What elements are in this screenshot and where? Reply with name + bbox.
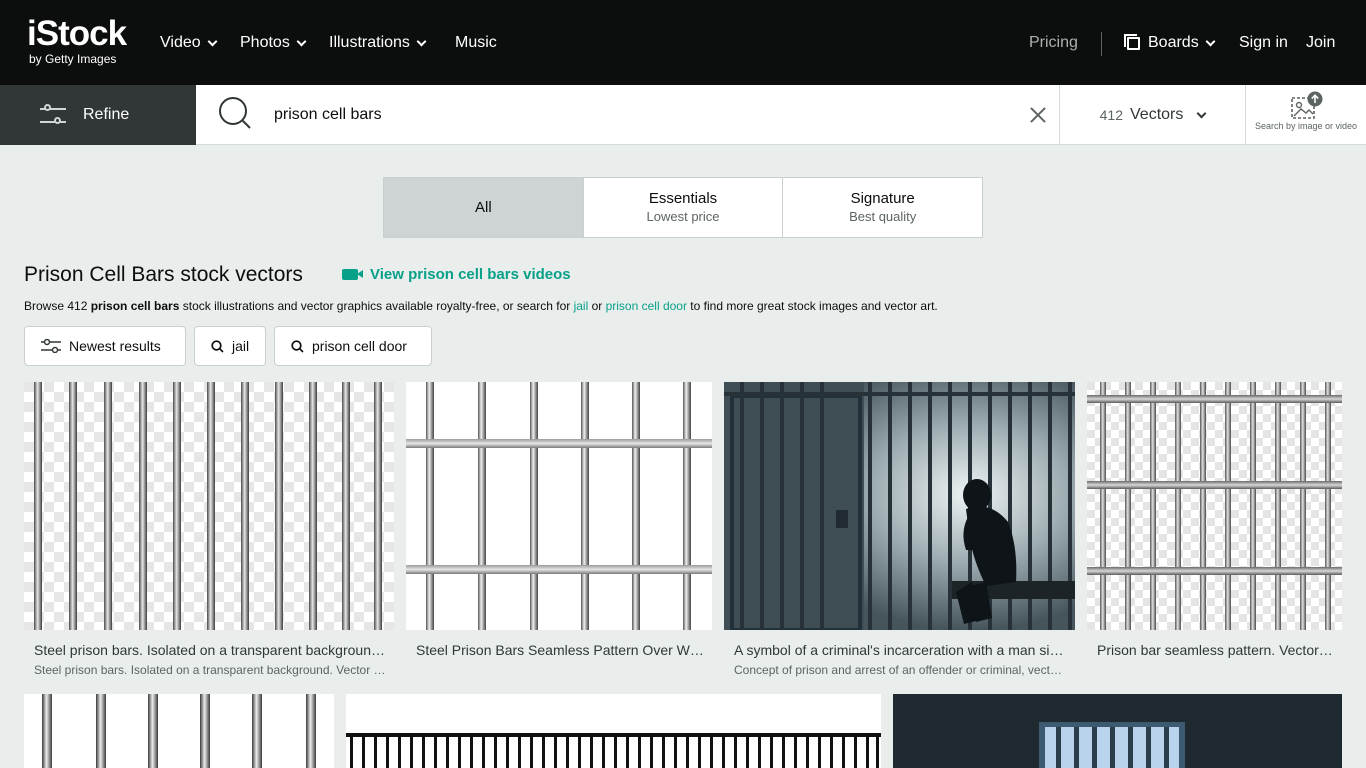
chevron-down-icon xyxy=(1205,36,1216,46)
chevron-down-icon xyxy=(416,36,427,46)
asset-type-dropdown[interactable]: 412 Vectors xyxy=(1059,85,1246,145)
refine-label: Refine xyxy=(83,106,130,123)
search-input[interactable] xyxy=(264,95,984,135)
chevron-down-icon xyxy=(296,36,307,46)
nav-illustrations-label: Illustrations xyxy=(329,34,410,51)
boards-icon xyxy=(1124,33,1140,50)
results-description: Browse 412 prison cell bars stock illust… xyxy=(24,298,938,314)
desc-suffix: to find more great stock images and vect… xyxy=(686,299,938,313)
search-bar: Refine 412 Vectors Search by image or vi… xyxy=(0,85,1366,145)
sliders-icon xyxy=(41,339,61,353)
tab-signature-label: Signature xyxy=(850,190,915,207)
tab-all-label: All xyxy=(475,198,492,216)
sort-newest-chip[interactable]: Newest results xyxy=(24,326,186,366)
clear-search-icon[interactable] xyxy=(1026,103,1050,127)
related-chip-prison-cell-door-label: prison cell door xyxy=(312,338,407,354)
related-chip-prison-cell-door[interactable]: prison cell door xyxy=(274,326,432,366)
istock-logo[interactable]: iStock by Getty Images xyxy=(27,16,139,68)
desc-prefix: Browse 412 xyxy=(24,299,91,313)
prisoner-in-cell-image xyxy=(724,382,1075,630)
search-by-image-button[interactable]: Search by image or video xyxy=(1246,85,1366,145)
nav-photos[interactable]: Photos xyxy=(240,33,307,53)
refine-button[interactable]: Refine xyxy=(0,85,196,145)
join-link[interactable]: Join xyxy=(1306,33,1335,53)
nav-photos-label: Photos xyxy=(240,34,290,51)
view-videos-link[interactable]: View prison cell bars videos xyxy=(342,266,571,283)
nav-video[interactable]: Video xyxy=(160,33,218,53)
black-fence-bars-image xyxy=(346,694,881,768)
top-navigation: iStock by Getty Images Video Photos Illu… xyxy=(0,0,1366,85)
bar-seamless-pattern-image xyxy=(1087,382,1342,630)
result-image-7[interactable] xyxy=(893,694,1342,768)
result-image-6[interactable] xyxy=(346,694,881,768)
result-image-5[interactable] xyxy=(24,694,334,768)
result-title-4[interactable]: Prison bar seamless pattern. Vector illu… xyxy=(1097,641,1335,659)
related-chip-jail[interactable]: jail xyxy=(194,326,266,366)
chevron-down-icon xyxy=(207,36,218,46)
image-upload-icon xyxy=(1291,91,1323,119)
nav-music[interactable]: Music xyxy=(455,33,497,53)
sort-label: Newest results xyxy=(69,338,161,354)
result-title-2[interactable]: Steel Prison Bars Seamless Pattern Over … xyxy=(416,641,704,659)
logo-tagline: by Getty Images xyxy=(29,52,117,66)
tab-essentials-subtitle: Lowest price xyxy=(646,209,720,224)
result-image-4[interactable] xyxy=(1087,382,1342,630)
tab-essentials[interactable]: Essentials Lowest price xyxy=(584,178,784,237)
nav-music-label: Music xyxy=(455,34,497,51)
result-title-1[interactable]: Steel prison bars. Isolated on a transpa… xyxy=(34,641,386,659)
sign-in-link[interactable]: Sign in xyxy=(1239,33,1288,53)
cell-window-image xyxy=(893,694,1342,768)
search-icon[interactable] xyxy=(218,96,252,130)
logo-wordmark: iStock xyxy=(27,14,127,53)
desc-mid: stock illustrations and vector graphics … xyxy=(179,299,574,313)
collection-filter: All Essentials Lowest price Signature Be… xyxy=(383,177,983,238)
boards-menu[interactable]: Boards xyxy=(1123,33,1216,53)
result-image-1[interactable] xyxy=(24,382,394,630)
result-image-2[interactable] xyxy=(406,382,712,630)
result-desc-3: Concept of prison and arrest of an offen… xyxy=(734,663,1067,677)
steel-bars-image xyxy=(24,382,394,630)
prison-bars-pattern-image xyxy=(406,382,712,630)
search-by-image-label: Search by image or video xyxy=(1254,121,1358,131)
result-title-3[interactable]: A symbol of a criminal's incarceration w… xyxy=(734,641,1067,659)
nav-illustrations[interactable]: Illustrations xyxy=(329,33,427,53)
tab-essentials-label: Essentials xyxy=(648,190,718,207)
related-chip-jail-label: jail xyxy=(232,338,250,354)
result-image-3[interactable] xyxy=(724,382,1075,630)
page-title: Prison Cell Bars stock vectors xyxy=(24,263,303,286)
chevron-down-icon xyxy=(1196,108,1207,118)
asset-type-label: Vectors xyxy=(1130,106,1184,123)
header-divider xyxy=(1101,32,1102,56)
search-icon xyxy=(291,339,304,353)
video-camera-icon xyxy=(342,269,363,280)
related-link-prison-cell-door[interactable]: prison cell door xyxy=(606,299,687,313)
tab-all[interactable]: All xyxy=(384,178,584,237)
pricing-link[interactable]: Pricing xyxy=(1029,33,1078,53)
sliders-icon xyxy=(40,104,66,126)
tab-signature-subtitle: Best quality xyxy=(849,209,917,224)
search-icon xyxy=(211,339,224,353)
desc-query: prison cell bars xyxy=(90,299,180,313)
boards-label: Boards xyxy=(1148,34,1199,51)
steel-bars-image xyxy=(24,694,334,768)
related-link-jail[interactable]: jail xyxy=(574,299,589,313)
desc-or: or xyxy=(588,299,606,313)
nav-video-label: Video xyxy=(160,34,201,51)
result-desc-1: Steel prison bars. Isolated on a transpa… xyxy=(34,663,386,677)
result-count: 412 xyxy=(1099,107,1123,123)
view-videos-label: View prison cell bars videos xyxy=(370,266,571,283)
tab-signature[interactable]: Signature Best quality xyxy=(783,178,982,237)
